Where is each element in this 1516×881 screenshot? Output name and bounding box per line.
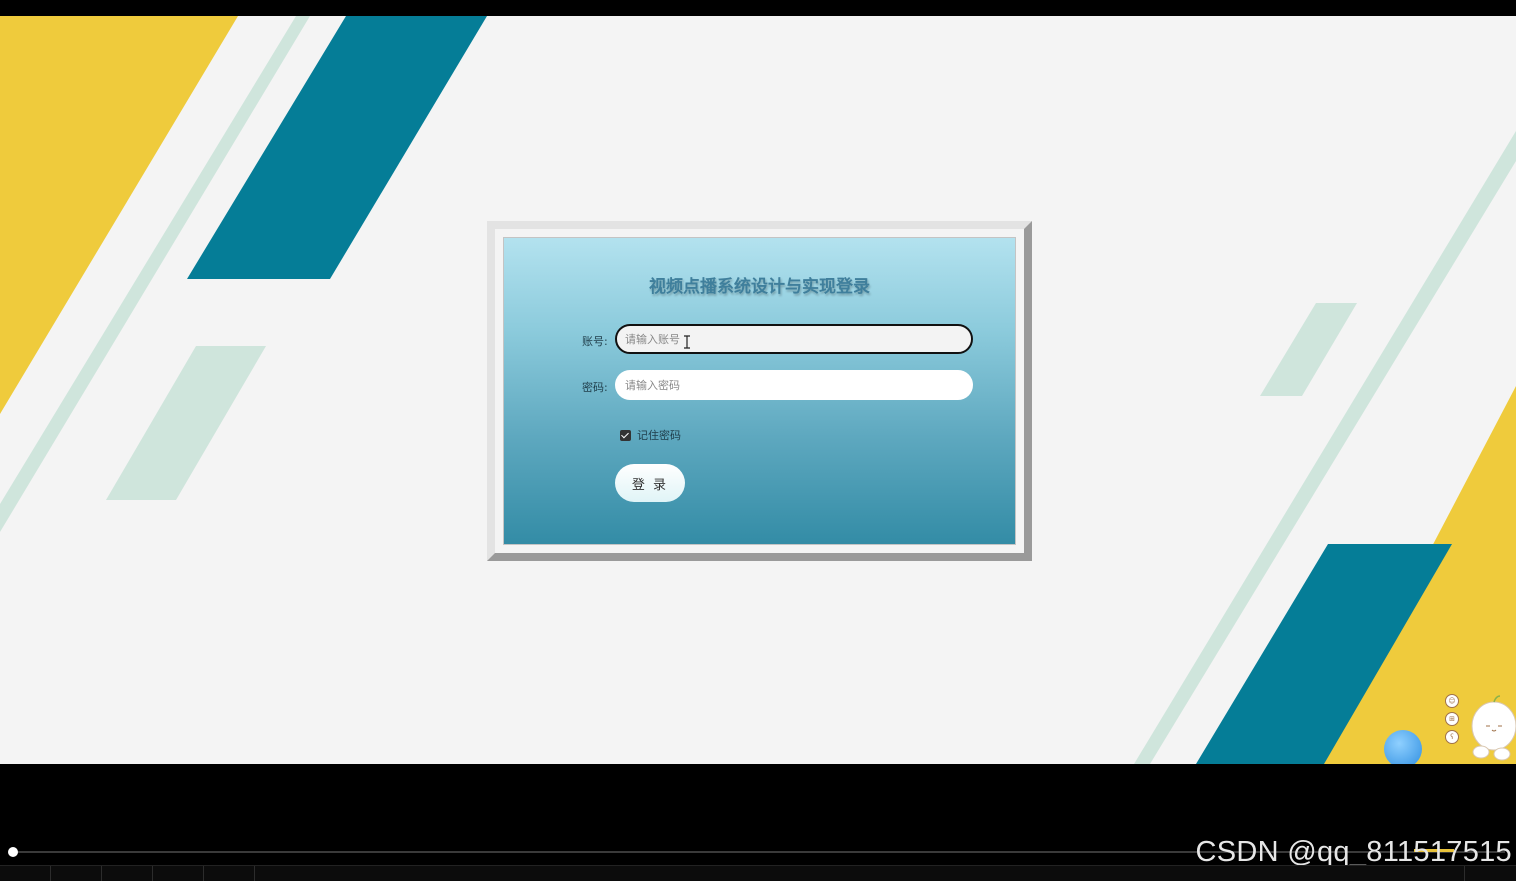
- bottom-tab[interactable]: [102, 866, 153, 881]
- login-card-frame: 视频点播系统设计与实现登录 账号: 密码: 记住密码 登 录: [487, 221, 1032, 561]
- bottom-tab-bar: [0, 865, 1516, 881]
- smile-icon[interactable]: ☺: [1445, 694, 1459, 708]
- mascot-icon: [1471, 695, 1516, 761]
- login-title: 视频点播系统设计与实现登录: [649, 277, 870, 297]
- floating-toolbar: ☺ ⊞ ʕ: [1445, 694, 1461, 748]
- assistant-orb-icon[interactable]: [1384, 730, 1422, 764]
- progress-knob[interactable]: [8, 847, 18, 857]
- mint-block-left: [106, 346, 266, 500]
- top-bar: [0, 0, 1516, 16]
- video-player-controls: CSDN @qq_811517515: [0, 764, 1516, 881]
- login-button[interactable]: 登 录: [615, 464, 685, 502]
- remember-checkbox[interactable]: [620, 429, 631, 441]
- bear-icon[interactable]: ʕ: [1445, 730, 1459, 744]
- bottom-tab[interactable]: [153, 866, 204, 881]
- bottom-tab[interactable]: [51, 866, 102, 881]
- bottom-tab[interactable]: [0, 866, 51, 881]
- login-page: 视频点播系统设计与实现登录 账号: 密码: 记住密码 登 录 ☺ ⊞ ʕ: [0, 16, 1516, 764]
- login-card: 视频点播系统设计与实现登录 账号: 密码: 记住密码 登 录: [503, 237, 1016, 545]
- text-cursor-icon: [684, 335, 690, 349]
- teal-band-left: [187, 16, 487, 279]
- bottom-tab[interactable]: [1464, 866, 1516, 881]
- bottom-tab[interactable]: [204, 866, 255, 881]
- account-label: 账号:: [582, 335, 608, 348]
- remember-password[interactable]: 记住密码: [620, 427, 681, 443]
- grid-icon[interactable]: ⊞: [1445, 712, 1459, 726]
- mint-block-right: [1260, 303, 1357, 396]
- remember-label: 记住密码: [637, 429, 681, 442]
- password-input[interactable]: [615, 370, 973, 400]
- account-input[interactable]: [615, 324, 973, 354]
- password-label: 密码:: [582, 381, 608, 394]
